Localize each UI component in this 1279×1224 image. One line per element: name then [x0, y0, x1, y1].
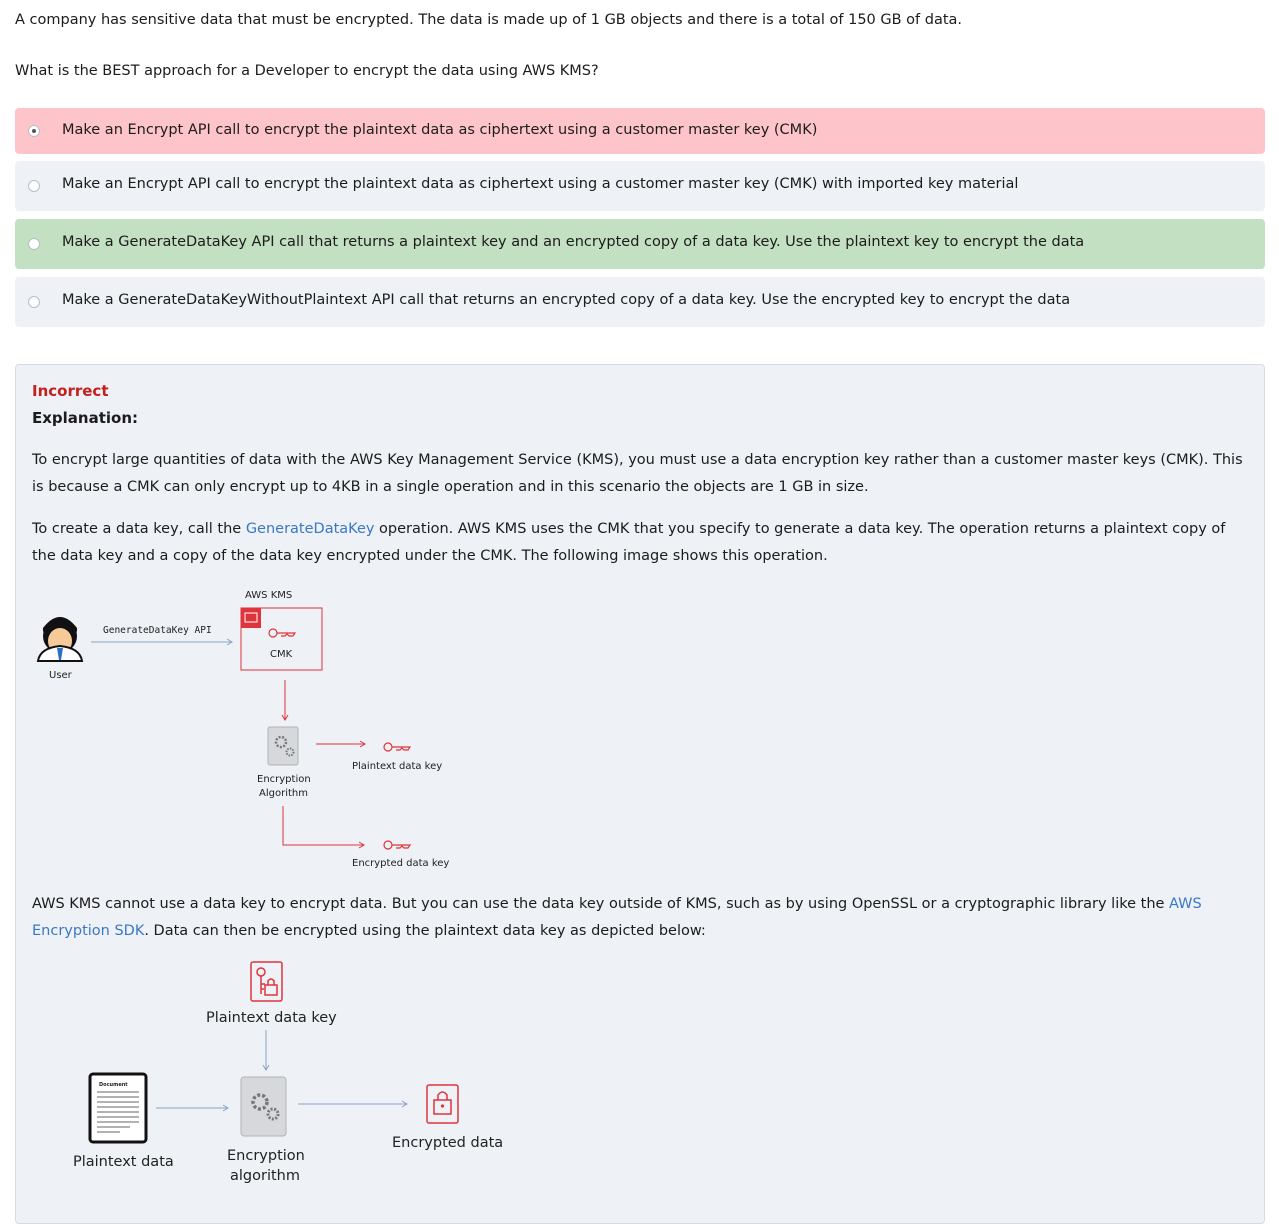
- diagram-generatedatakey: [36, 607, 459, 1144]
- user-label: User: [49, 670, 72, 681]
- encrypted-data-label: Encrypted data: [392, 1135, 504, 1151]
- encrypted-data-lock-icon: [426, 1084, 459, 1124]
- document-title: Document: [99, 1082, 128, 1088]
- encrypted-key-icon: [383, 840, 412, 850]
- gears-icon: [267, 726, 299, 766]
- api-label: GenerateDataKey API: [103, 625, 212, 636]
- plaintext-key-label-2: Plaintext data key: [206, 1010, 337, 1026]
- plaintext-key-label: Plaintext data key: [352, 761, 443, 772]
- kms-icon: [241, 608, 261, 628]
- cmk-label: CMK: [270, 649, 293, 660]
- algorithm-label-1: Encryption: [257, 774, 311, 785]
- encryption-label-1: Encryption: [227, 1148, 305, 1164]
- plaintext-data-label: Plaintext data: [73, 1154, 174, 1170]
- algorithm-label-2: Algorithm: [259, 788, 308, 799]
- plaintext-key-icon: [383, 742, 412, 752]
- plaintext-key-lock-icon: [250, 961, 283, 1002]
- cmk-key-icon: [268, 628, 297, 638]
- aws-kms-label: AWS KMS: [245, 590, 293, 601]
- encryption-gears-icon: [240, 1076, 287, 1137]
- encryption-label-2: algorithm: [230, 1168, 300, 1184]
- encrypted-key-label: Encrypted data key: [352, 858, 450, 869]
- user-icon: [36, 617, 84, 662]
